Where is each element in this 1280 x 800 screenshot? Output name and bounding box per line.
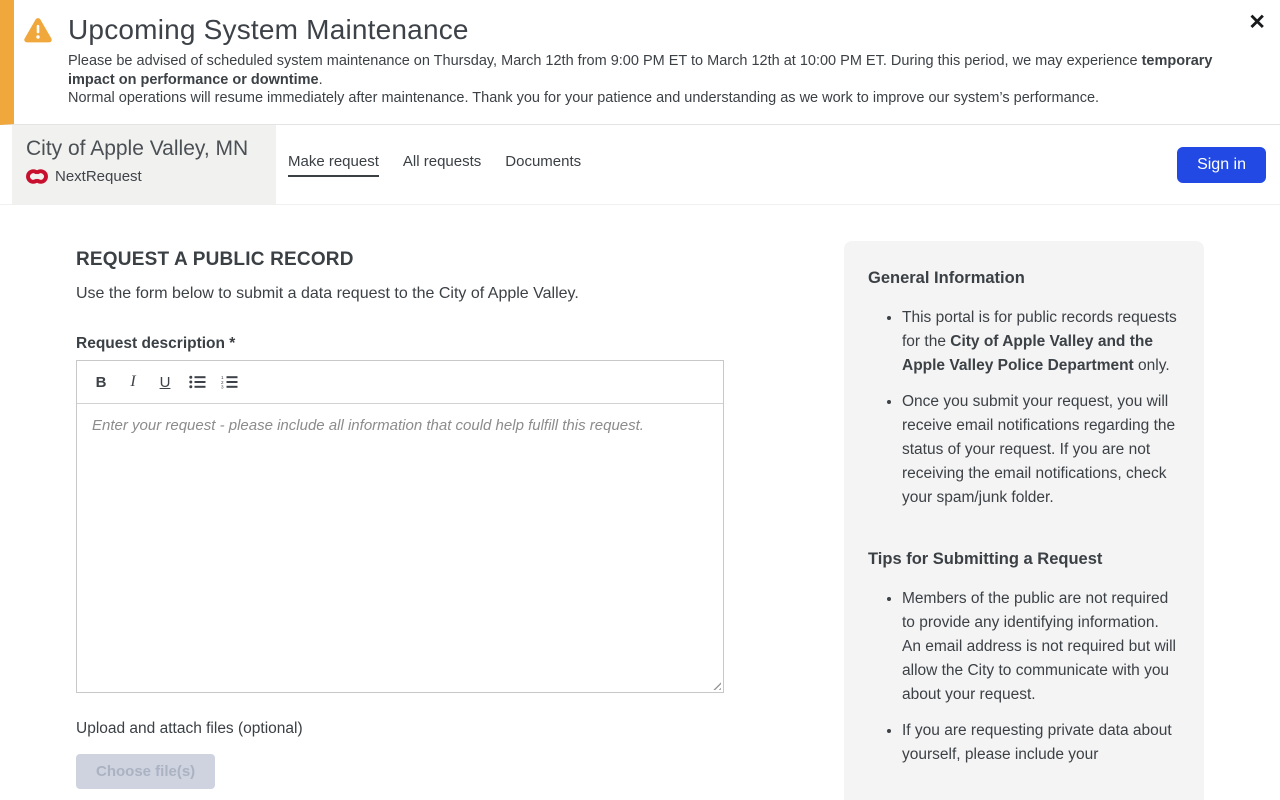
main-content: REQUEST A PUBLIC RECORD Use the form bel… (0, 205, 1280, 800)
svg-text:3: 3 (221, 385, 224, 389)
banner-message-line1: Please be advised of scheduled system ma… (68, 52, 1220, 89)
tips-list: Members of the public are not required t… (868, 587, 1178, 767)
page-subtitle: Use the form below to submit a data requ… (76, 285, 724, 303)
unordered-list-icon[interactable] (185, 372, 209, 392)
request-description-input[interactable]: Enter your request - please include all … (77, 404, 723, 692)
list-item: Once you submit your request, you will r… (902, 390, 1178, 510)
ordered-list-icon[interactable]: 1 2 3 (217, 372, 241, 392)
site-header: City of Apple Valley, MN NextRequest Mak… (0, 125, 1280, 205)
header-spacer (581, 125, 1177, 204)
list-item: If you are requesting private data about… (902, 719, 1178, 767)
request-description-label: Request description * (76, 335, 724, 353)
choose-files-button[interactable]: Choose file(s) (76, 754, 215, 789)
maintenance-banner: ✕ Upcoming System Maintenance Please be … (0, 0, 1280, 125)
editor-placeholder: Enter your request - please include all … (92, 417, 708, 434)
nav-make-request[interactable]: Make request (288, 153, 379, 177)
tips-title: Tips for Submitting a Request (868, 550, 1178, 569)
civicplus-logo-icon (26, 169, 48, 184)
upload-label: Upload and attach files (optional) (76, 720, 724, 738)
general-info-title: General Information (868, 269, 1178, 288)
org-name: City of Apple Valley, MN (26, 137, 266, 161)
list-item: This portal is for public records reques… (902, 306, 1178, 378)
info-sidebar: General Information This portal is for p… (844, 241, 1204, 800)
page-title: REQUEST A PUBLIC RECORD (76, 249, 724, 271)
banner-message-line2: Normal operations will resume immediatel… (68, 89, 1220, 108)
warning-icon (24, 17, 52, 43)
banner-title: Upcoming System Maintenance (68, 14, 469, 46)
close-icon[interactable]: ✕ (1248, 12, 1266, 33)
italic-icon[interactable]: I (121, 372, 145, 392)
main-nav: Make request All requests Documents (288, 125, 581, 204)
general-info-list: This portal is for public records reques… (868, 306, 1178, 510)
bold-icon[interactable]: B (89, 372, 113, 392)
brand-name: NextRequest (55, 168, 142, 185)
brand[interactable]: NextRequest (26, 168, 266, 185)
list-item: Members of the public are not required t… (902, 587, 1178, 707)
underline-icon[interactable]: U (153, 372, 177, 392)
rich-text-editor: B I U 1 2 3 (76, 360, 724, 693)
sign-in-button[interactable]: Sign in (1177, 147, 1266, 183)
org-box: City of Apple Valley, MN NextRequest (12, 125, 276, 204)
nav-documents[interactable]: Documents (505, 153, 581, 177)
banner-message: Please be advised of scheduled system ma… (68, 52, 1220, 108)
request-form: REQUEST A PUBLIC RECORD Use the form bel… (76, 241, 724, 800)
resize-handle[interactable] (710, 679, 721, 690)
editor-toolbar: B I U 1 2 3 (77, 361, 723, 404)
nav-all-requests[interactable]: All requests (403, 153, 481, 177)
